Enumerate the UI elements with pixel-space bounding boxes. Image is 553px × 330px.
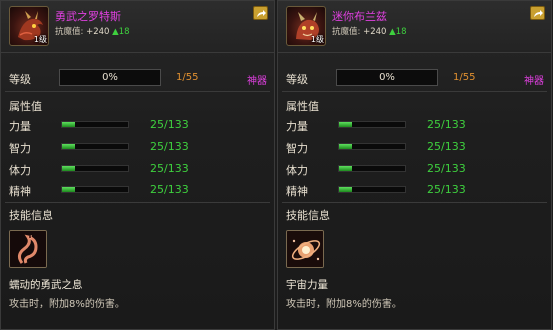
stat-value: 25/133 — [150, 118, 189, 131]
resist-value: +240 — [363, 27, 387, 37]
stat-bar-fill — [339, 144, 352, 149]
stat-bar-fill — [62, 166, 75, 171]
pet-header: 1级 迷你布兰兹 抗魔值: +240 ▲18 — [278, 1, 551, 53]
pet-portrait[interactable]: 1级 — [286, 6, 326, 46]
skill-description: 攻击时，附加8%的伤害。 — [9, 299, 125, 310]
stat-bar-fill — [62, 122, 75, 127]
skill-name: 蠕动的勇武之息 — [9, 279, 83, 291]
stat-name: 力量 — [286, 120, 308, 133]
pet-name: 勇武之罗特斯 — [55, 10, 121, 23]
skill-icon-slot[interactable] — [9, 230, 47, 268]
pet-level-badge: 1级 — [310, 35, 324, 44]
resist-stat: 抗魔值: +240 ▲18 — [332, 25, 407, 37]
stat-value: 25/133 — [427, 162, 466, 175]
stat-bar — [61, 186, 129, 193]
resist-label: 抗魔值: — [332, 27, 361, 37]
stat-name: 精神 — [9, 185, 31, 198]
share-arrow-icon — [257, 10, 266, 17]
stat-bar-fill — [62, 144, 75, 149]
cosmic-orb-icon — [287, 231, 323, 267]
resist-up-value: 18 — [118, 27, 130, 37]
resist-value: +240 — [86, 27, 110, 37]
level-fraction: 1/55 — [453, 72, 476, 83]
skill-name: 宇宙力量 — [286, 279, 328, 291]
stat-name: 智力 — [286, 142, 308, 155]
attributes-title: 属性值 — [286, 100, 319, 113]
resist-up-value: 18 — [395, 27, 407, 37]
pet-compare-window: 1级 勇武之罗特斯 抗魔值: +240 ▲18 等级 0% 1/55 神器 属性 — [0, 0, 553, 330]
divider — [282, 202, 547, 203]
stat-bar — [338, 121, 406, 128]
stat-row-strength: 力量 25/133 — [286, 118, 548, 133]
stat-bar — [61, 121, 129, 128]
pet-name: 迷你布兰兹 — [332, 10, 387, 23]
resist-stat: 抗魔值: +240 ▲18 — [55, 25, 130, 37]
serpent-coil-icon — [10, 231, 46, 267]
level-row: 等级 0% 1/55 神器 — [286, 69, 546, 87]
resist-label: 抗魔值: — [55, 27, 84, 37]
stat-bar-fill — [339, 122, 352, 127]
level-label: 等级 — [9, 73, 31, 86]
pet-portrait[interactable]: 1级 — [9, 6, 49, 46]
stat-row-spirit: 精神 25/133 — [9, 183, 271, 198]
artifact-label[interactable]: 神器 — [524, 72, 544, 87]
pet-panel-right: 1级 迷你布兰兹 抗魔值: +240 ▲18 等级 0% 1/55 神器 属性值 — [277, 0, 552, 330]
share-button[interactable] — [253, 6, 268, 20]
stat-value: 25/133 — [150, 162, 189, 175]
divider — [5, 202, 270, 203]
skill-description: 攻击时，附加8%的伤害。 — [286, 299, 402, 310]
stat-name: 体力 — [286, 164, 308, 177]
stat-bar — [61, 165, 129, 172]
attributes-title: 属性值 — [9, 100, 42, 113]
stat-value: 25/133 — [427, 118, 466, 131]
skill-info-title: 技能信息 — [286, 209, 330, 222]
level-fraction: 1/55 — [176, 72, 199, 83]
level-row: 等级 0% 1/55 神器 — [9, 69, 269, 87]
stat-bar — [338, 186, 406, 193]
divider — [282, 91, 547, 92]
stat-row-spirit: 精神 25/133 — [286, 183, 548, 198]
stat-bar-fill — [62, 187, 75, 192]
stat-row-vitality: 体力 25/133 — [9, 162, 271, 177]
divider — [5, 91, 270, 92]
stat-value: 25/133 — [150, 140, 189, 153]
stat-bar-fill — [339, 166, 352, 171]
stat-bar-fill — [339, 187, 352, 192]
pet-panel-left: 1级 勇武之罗特斯 抗魔值: +240 ▲18 等级 0% 1/55 神器 属性 — [0, 0, 275, 330]
stat-value: 25/133 — [150, 183, 189, 196]
level-percent: 0% — [379, 72, 395, 83]
stat-row-vitality: 体力 25/133 — [286, 162, 548, 177]
level-label: 等级 — [286, 73, 308, 86]
stat-row-intelligence: 智力 25/133 — [286, 140, 548, 155]
stat-value: 25/133 — [427, 183, 466, 196]
skill-icon-slot[interactable] — [286, 230, 324, 268]
stat-value: 25/133 — [427, 140, 466, 153]
share-arrow-icon — [534, 10, 543, 17]
stat-bar — [338, 165, 406, 172]
stat-name: 力量 — [9, 120, 31, 133]
artifact-label[interactable]: 神器 — [247, 72, 267, 87]
stat-bar — [61, 143, 129, 150]
stat-name: 体力 — [9, 164, 31, 177]
skill-info-title: 技能信息 — [9, 209, 53, 222]
stat-row-intelligence: 智力 25/133 — [9, 140, 271, 155]
level-progress-bar: 0% — [59, 69, 161, 86]
pet-header: 1级 勇武之罗特斯 抗魔值: +240 ▲18 — [1, 1, 274, 53]
stat-bar — [338, 143, 406, 150]
stat-name: 智力 — [9, 142, 31, 155]
share-button[interactable] — [530, 6, 545, 20]
stat-row-strength: 力量 25/133 — [9, 118, 271, 133]
level-percent: 0% — [102, 72, 118, 83]
level-progress-bar: 0% — [336, 69, 438, 86]
pet-level-badge: 1级 — [33, 35, 47, 44]
stat-name: 精神 — [286, 185, 308, 198]
